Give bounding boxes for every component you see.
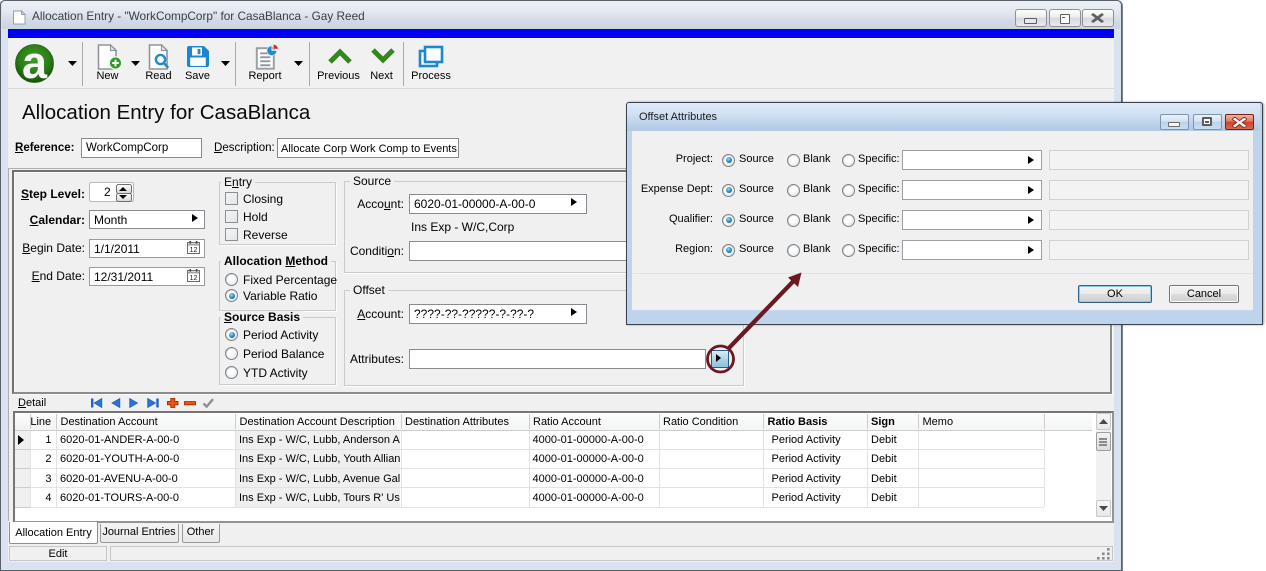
svg-text:12: 12 [190, 247, 198, 254]
svg-text:a: a [22, 44, 48, 84]
svg-text:12: 12 [190, 275, 198, 282]
